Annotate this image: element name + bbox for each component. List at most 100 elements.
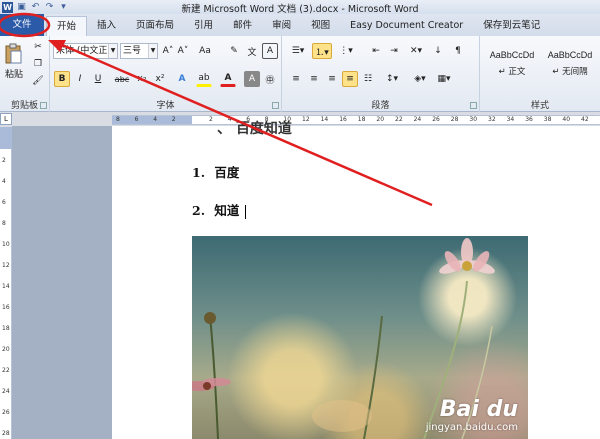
tab-easy-document-creator[interactable]: Easy Document Creator: [340, 16, 473, 36]
tab-save-to-cloud-notes[interactable]: 保存到云笔记: [473, 16, 550, 36]
style-name: ↵ 正文: [498, 67, 526, 77]
ruler-tick: 20: [376, 116, 385, 123]
ruler-tick: 40: [562, 116, 571, 123]
font-size-combo[interactable]: 三号 ▼: [120, 43, 158, 59]
ruler-tick: 26: [432, 116, 440, 123]
numbering-icon[interactable]: ⒈▾: [312, 43, 332, 59]
underline-button[interactable]: U: [90, 71, 106, 87]
grow-font-button[interactable]: A˄: [161, 43, 175, 59]
show-marks-icon[interactable]: ¶: [450, 43, 466, 59]
chevron-down-icon: ▼: [108, 44, 117, 58]
ruler-tick: 14: [2, 283, 10, 290]
ruler-tick: 16: [339, 116, 347, 123]
change-case-button[interactable]: Aa: [196, 43, 214, 59]
shrink-font-button[interactable]: A˅: [176, 43, 190, 59]
horizontal-ruler[interactable]: 8 6 4 2 2 4 6 8 10 12 14 16 18 20 22 24 26 28 30 32 34 36 38 40…: [112, 115, 600, 125]
clipboard-icon: [5, 43, 22, 63]
list-number: 2.: [192, 203, 206, 218]
style-no-spacing[interactable]: AaBbCcDd ↵ 无间隔: [542, 40, 598, 84]
ruler-tick: 42: [581, 116, 589, 123]
paragraph-group: ☰▾ ⒈▾ ⋮▾ ⇤ ⇥ ✕▾ ↓ ¶ ≡ ≡ ≡ ≡ ☷ ↕▾ ◈▾ ▦▾ 段…: [282, 36, 480, 112]
ruler-tick: 2: [2, 157, 6, 164]
redo-icon[interactable]: ↷: [44, 2, 55, 13]
list-item: 1. 百度: [192, 162, 239, 181]
style-name: ↵ 无间隔: [552, 67, 588, 77]
chinese-layout-icon[interactable]: ✕▾: [406, 43, 426, 59]
tab-mailings[interactable]: 邮件: [223, 16, 262, 36]
superscript-button[interactable]: x²: [152, 71, 168, 87]
strikethrough-button[interactable]: abc: [112, 71, 132, 87]
ruler-tick: 30: [469, 116, 478, 123]
tab-file[interactable]: 文件: [0, 14, 44, 36]
borders-icon[interactable]: ▦▾: [434, 71, 454, 87]
decrease-indent-icon[interactable]: ⇤: [368, 43, 384, 59]
ribbon-tabs: 文件 开始 插入 页面布局 引用 邮件 审阅 视图 Easy Document …: [0, 14, 600, 36]
sort-icon[interactable]: ↓: [430, 43, 446, 59]
tab-page-layout[interactable]: 页面布局: [126, 16, 184, 36]
customize-icon[interactable]: ▾: [58, 2, 69, 13]
ruler-tick: 34: [506, 116, 515, 123]
list-item: 2. 知道: [192, 200, 246, 219]
paragraph-launcher-icon[interactable]: [470, 102, 477, 109]
enclose-characters-button[interactable]: ㊥: [262, 71, 278, 87]
tab-insert[interactable]: 插入: [87, 16, 126, 36]
ruler-tick: 18: [2, 325, 10, 332]
ruler-tick: 36: [525, 116, 533, 123]
undo-icon[interactable]: ↶: [30, 2, 41, 13]
justify-icon[interactable]: ≡: [342, 71, 358, 87]
tab-home[interactable]: 开始: [46, 16, 88, 36]
ruler-tick: 24: [2, 388, 10, 395]
document-page[interactable]: 、 百度知道 1. 百度 2. 知道 Bai du jingyan.baidu.…: [112, 121, 600, 439]
word-icon[interactable]: W: [2, 1, 13, 13]
tab-references[interactable]: 引用: [184, 16, 223, 36]
align-right-icon[interactable]: ≡: [324, 71, 340, 87]
ruler-tick: 4: [2, 178, 6, 185]
flower-photo[interactable]: Bai du jingyan.baidu.com: [192, 236, 528, 439]
line-spacing-icon[interactable]: ↕▾: [382, 71, 402, 87]
distribute-icon[interactable]: ☷: [360, 71, 376, 87]
copy-icon[interactable]: ❐: [30, 56, 46, 72]
font-color-button[interactable]: A: [220, 71, 236, 87]
tab-review[interactable]: 审阅: [262, 16, 301, 36]
character-shading-button[interactable]: A: [244, 71, 260, 87]
align-left-icon[interactable]: ≡: [288, 71, 304, 87]
ruler-tick: 6: [2, 199, 6, 206]
tab-view[interactable]: 视图: [301, 16, 340, 36]
highlight-button[interactable]: ab: [196, 71, 212, 87]
shading-icon[interactable]: ◈▾: [410, 71, 430, 87]
list-text: 百度: [214, 165, 240, 180]
tab-selector-icon[interactable]: L: [0, 113, 12, 125]
ruler-tick: 32: [488, 116, 496, 123]
ribbon: 粘贴 ✂ ❐ 🖌 剪贴板 宋体 (中文正 ▼ 三号 ▼ A˄ A˅ Aa ✎ 文…: [0, 36, 600, 112]
style-normal[interactable]: AaBbCcDd ↵ 正文: [484, 40, 540, 84]
font-launcher-icon[interactable]: [272, 102, 279, 109]
ruler-tick: 2: [171, 116, 176, 123]
bullets-icon[interactable]: ☰▾: [288, 43, 308, 59]
subscript-button[interactable]: x₂: [134, 71, 150, 87]
ruler-margin: [112, 116, 192, 124]
increase-indent-icon[interactable]: ⇥: [386, 43, 402, 59]
multilevel-list-icon[interactable]: ⋮▾: [336, 43, 356, 59]
phonetic-guide-button[interactable]: 文: [244, 43, 260, 59]
paste-button[interactable]: 粘贴: [3, 40, 25, 82]
character-border-button[interactable]: A: [262, 43, 278, 59]
heading-text: 、 百度知道: [217, 121, 292, 137]
save-icon[interactable]: ▣: [16, 2, 27, 13]
vertical-ruler[interactable]: 2 4 6 8 10 12 14 16 18 20 22 24 26 28: [0, 127, 12, 439]
ruler-tick: 10: [2, 241, 10, 248]
font-name-combo[interactable]: 宋体 (中文正 ▼: [53, 43, 118, 59]
align-center-icon[interactable]: ≡: [306, 71, 322, 87]
clipboard-launcher-icon[interactable]: [40, 102, 47, 109]
italic-button[interactable]: I: [72, 71, 88, 87]
ruler-tick: 8: [2, 220, 6, 227]
bold-button[interactable]: B: [54, 71, 70, 87]
style-sample: AaBbCcDd: [547, 50, 593, 60]
font-name-value: 宋体 (中文正: [56, 46, 108, 56]
cut-icon[interactable]: ✂: [30, 39, 46, 55]
group-label-paragraph: 段落: [371, 101, 390, 111]
clear-formatting-button[interactable]: ✎: [226, 43, 242, 59]
styles-group: AaBbCcDd ↵ 正文 AaBbCcDd ↵ 无间隔 样式: [480, 36, 600, 112]
list-number: 1.: [192, 165, 206, 180]
format-painter-icon[interactable]: 🖌: [30, 73, 46, 89]
text-effects-button[interactable]: A: [174, 71, 190, 87]
